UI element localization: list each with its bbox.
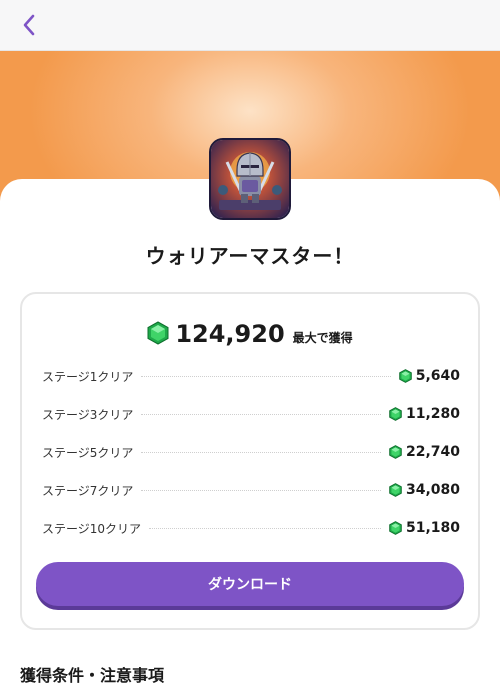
reward-amount: 51,180 <box>405 520 460 536</box>
reward-row: ステージ10クリア 51,180 <box>42 518 460 538</box>
green-gem-icon <box>398 369 412 383</box>
reward-row-value: 51,180 <box>389 520 460 536</box>
reward-amount: 34,080 <box>405 482 460 498</box>
total-suffix: 最大で獲得 <box>292 331 353 345</box>
app-title: ウォリアーマスター！ <box>145 244 355 268</box>
reward-row-label: ステージ5クリア <box>42 445 134 460</box>
app-icon <box>209 138 291 220</box>
row-divider <box>141 451 381 453</box>
reward-row-label: ステージ7クリア <box>42 483 134 498</box>
chevron-left-icon <box>23 14 35 36</box>
top-bar <box>0 0 500 51</box>
row-divider <box>149 527 381 529</box>
back-button[interactable] <box>16 12 42 38</box>
reward-row: ステージ5クリア 22,740 <box>42 442 460 462</box>
green-gem-icon <box>389 445 402 459</box>
reward-amount: 11,280 <box>405 406 460 422</box>
row-divider <box>141 489 381 491</box>
total-reward: 124,920 最大で獲得 <box>22 320 478 348</box>
row-divider <box>141 413 381 415</box>
green-gem-icon <box>389 407 402 421</box>
reward-amount: 5,640 <box>415 368 460 384</box>
green-gem-icon <box>389 521 402 535</box>
reward-amount: 22,740 <box>405 444 460 460</box>
reward-row-value: 5,640 <box>398 368 460 384</box>
reward-row-value: 34,080 <box>389 482 460 498</box>
reward-row-value: 11,280 <box>389 406 460 422</box>
reward-row-label: ステージ1クリア <box>42 369 134 384</box>
green-gem-icon <box>389 483 402 497</box>
row-divider <box>141 375 391 377</box>
download-button[interactable]: ダウンロード <box>36 562 464 606</box>
reward-row-label: ステージ3クリア <box>42 407 134 422</box>
total-amount: 124,920 <box>175 320 285 348</box>
reward-row: ステージ3クリア 11,280 <box>42 404 460 424</box>
knight-icon <box>211 140 289 218</box>
rewards-card: 124,920 最大で獲得 ステージ1クリア 5,640 ステージ3クリア 11… <box>20 292 480 630</box>
reward-row: ステージ7クリア 34,080 <box>42 480 460 500</box>
reward-row: ステージ1クリア 5,640 <box>42 366 460 386</box>
reward-row-value: 22,740 <box>389 444 460 460</box>
terms-heading: 獲得条件・注意事項 <box>20 666 165 685</box>
green-gem-icon <box>147 321 169 345</box>
reward-row-label: ステージ10クリア <box>42 521 142 536</box>
